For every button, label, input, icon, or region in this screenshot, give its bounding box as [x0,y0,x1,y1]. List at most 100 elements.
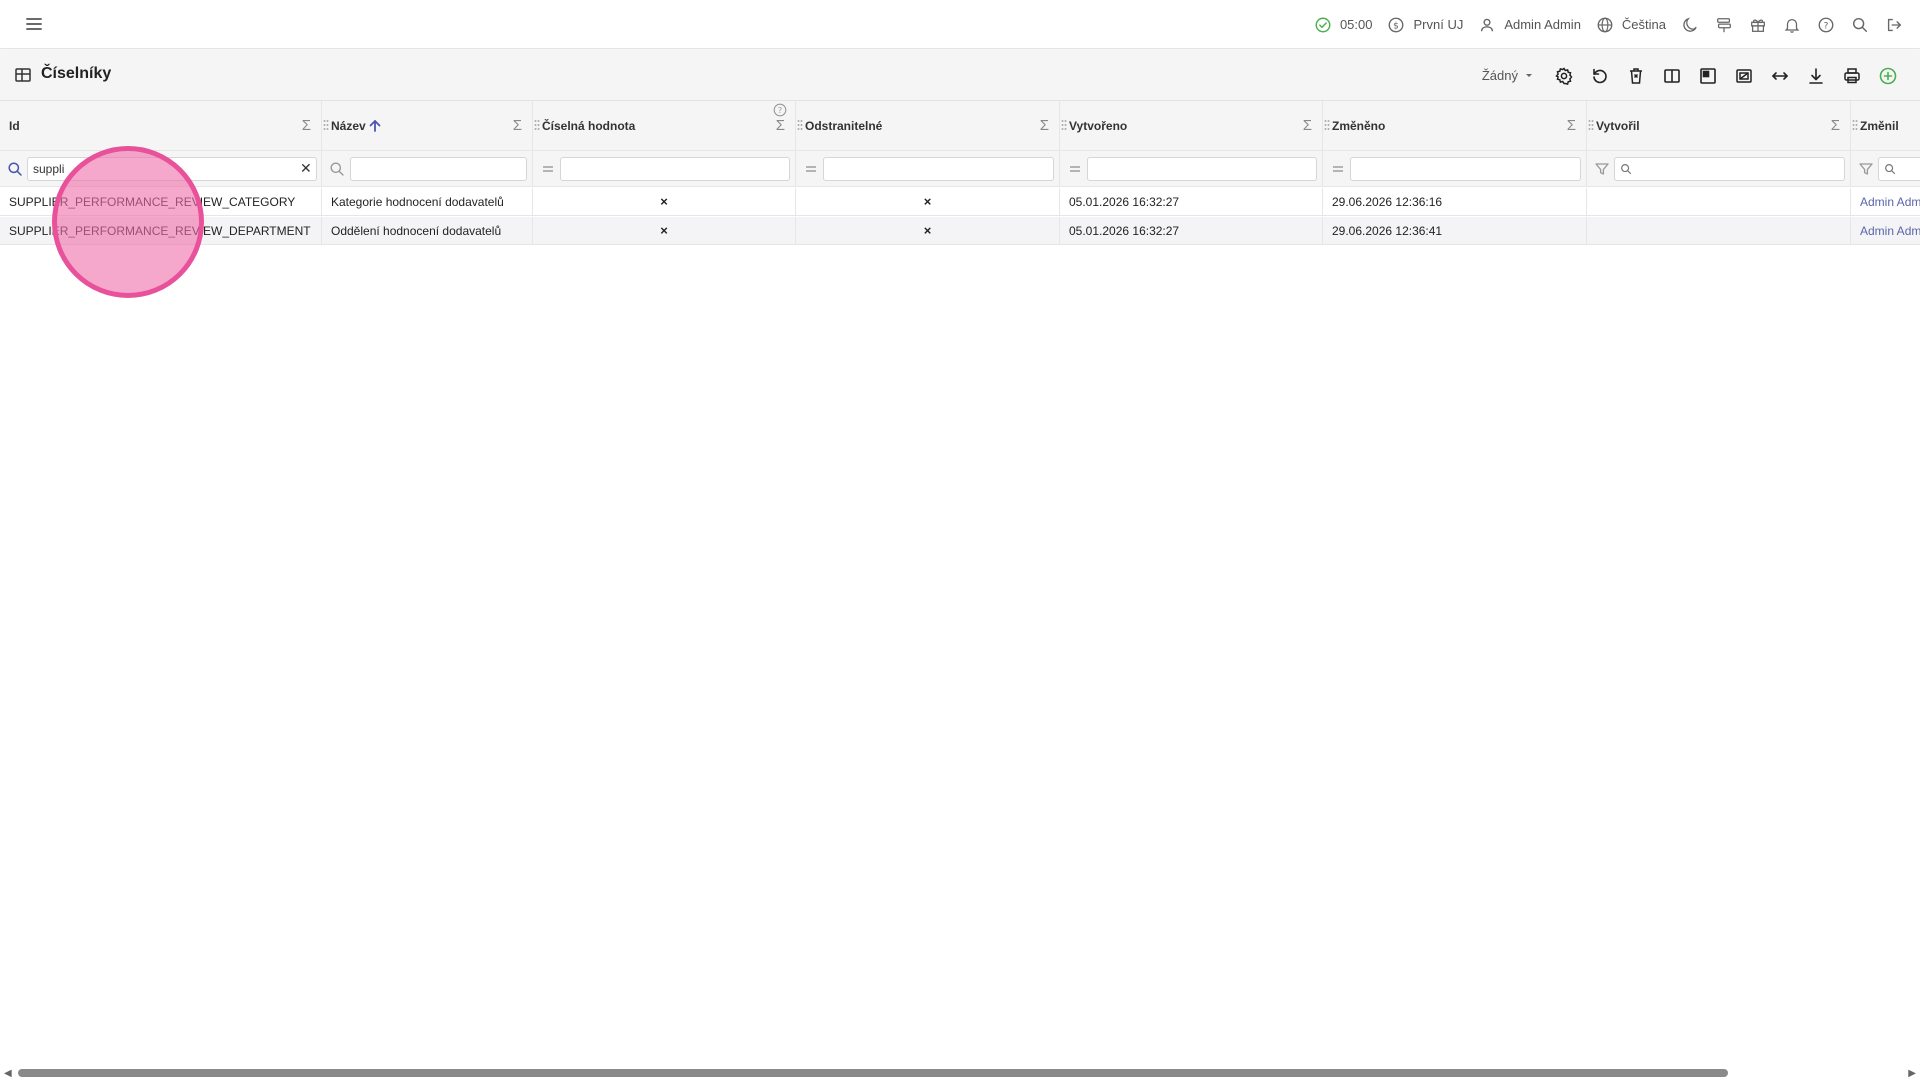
gift-icon[interactable] [1748,15,1768,35]
cell-removable: × [796,188,1060,216]
sum-icon[interactable]: Σ [1567,117,1576,134]
printer-icon [1844,67,1860,83]
status-indicator[interactable]: 05:00 [1313,15,1373,35]
menu-icon[interactable] [22,14,44,34]
fit-width-button[interactable] [1762,58,1798,94]
column-header-changed[interactable]: Změněno Σ [1323,101,1587,151]
cell-name: Kategorie hodnocení dodavatelů [322,188,533,216]
language-label: Čeština [1621,17,1666,32]
created-filter-input[interactable] [1087,157,1317,181]
cell-created: 05.01.2026 16:32:27 [1060,217,1323,245]
scroll-right-arrow-icon[interactable]: ▶ [1908,1068,1916,1079]
cell-numeric-value: × [533,217,796,245]
header-row: Id Σ Název Σ Číselná hodnota ? Σ Odstran… [0,101,1920,151]
column-header-created[interactable]: Vytvořeno Σ [1060,101,1323,151]
add-button[interactable] [1870,58,1906,94]
clear-filter-icon[interactable]: ✕ [300,161,312,175]
column-label: Id [9,119,20,133]
sum-icon[interactable]: Σ [1831,117,1840,134]
logout-icon[interactable] [1884,15,1904,35]
name-filter-input[interactable] [350,157,527,181]
svg-text:$: $ [1394,21,1400,31]
drag-handle-icon[interactable] [1852,119,1858,131]
column-header-name[interactable]: Název Σ [322,101,533,151]
filter-numeric-value [533,151,796,187]
numeric-value-filter-input[interactable] [560,157,790,181]
cell-changed: 29.06.2026 12:36:41 [1323,217,1587,245]
cell-id: SUPPLIER_PERFORMANCE_REVIEW_CATEGORY [0,188,322,216]
equals-icon[interactable] [1330,161,1346,177]
drag-handle-icon[interactable] [323,119,329,131]
company-selector[interactable]: $ První UJ [1386,15,1463,35]
scrollbar-thumb[interactable] [18,1069,1728,1077]
id-filter-input[interactable] [27,157,317,181]
status-time: 05:00 [1339,17,1373,32]
language-selector[interactable]: Čeština [1595,15,1666,35]
top-bar: 05:00 $ První UJ Admin Admin Čeština ? [0,0,1920,49]
scroll-left-arrow-icon[interactable]: ◀ [4,1068,12,1079]
equals-icon[interactable] [803,161,819,177]
split-view-button[interactable] [1654,58,1690,94]
drag-handle-icon[interactable] [1061,119,1067,131]
column-label: Změnil [1860,119,1899,133]
filter-changed-by [1851,151,1920,187]
filter-created-by [1587,151,1851,187]
caret-down-icon [1524,68,1534,83]
cell-created: 05.01.2026 16:32:27 [1060,188,1323,216]
funnel-icon[interactable] [1594,161,1610,177]
created-by-filter-input[interactable] [1614,157,1845,181]
drag-handle-icon[interactable] [534,119,540,131]
equals-icon[interactable] [1067,161,1083,177]
removable-filter-input[interactable] [823,157,1054,181]
changed-filter-input[interactable] [1350,157,1581,181]
search-icon [330,162,344,176]
sum-icon[interactable]: Σ [1303,117,1312,134]
globe-icon [1595,15,1615,35]
preset-dropdown[interactable]: Žádný [1482,68,1534,83]
sum-icon[interactable]: Σ [1040,117,1049,134]
table-row[interactable]: SUPPLIER_PERFORMANCE_REVIEW_CATEGORY Kat… [0,188,1920,216]
column-header-removable[interactable]: Odstranitelné Σ [796,101,1060,151]
search-icon [1885,164,1896,175]
search-icon[interactable] [1850,15,1870,35]
equals-icon[interactable] [540,161,556,177]
sort-ascending-icon[interactable] [368,119,382,133]
plus-circle-icon [1879,67,1897,84]
drag-handle-icon[interactable] [1588,119,1594,131]
moon-icon[interactable] [1680,15,1700,35]
filter-removable [796,151,1060,187]
funnel-icon[interactable] [1858,161,1874,177]
user-menu[interactable]: Admin Admin [1477,15,1581,35]
select-frame-button[interactable] [1726,58,1762,94]
reset-button[interactable] [1582,58,1618,94]
sum-icon[interactable]: Σ [302,117,311,134]
gear-icon [1555,66,1573,85]
column-header-changed-by[interactable]: Změnil [1851,101,1920,151]
cell-changed-by[interactable]: Admin Admin [1851,188,1920,216]
export-button[interactable] [1798,58,1834,94]
table-row[interactable]: SUPPLIER_PERFORMANCE_REVIEW_DEPARTMENT O… [0,217,1920,245]
delete-button[interactable] [1618,58,1654,94]
column-header-id[interactable]: Id Σ [0,101,322,151]
column-label: Název [331,119,366,133]
layout-button[interactable] [1690,58,1726,94]
drag-handle-icon[interactable] [1324,119,1330,131]
cell-numeric-value: × [533,188,796,216]
sum-icon[interactable]: Σ [776,117,785,134]
cell-changed-by[interactable]: Admin Admin [1851,217,1920,245]
filter-name [322,151,533,187]
drag-handle-icon[interactable] [797,119,803,131]
horizontal-scrollbar[interactable]: ◀ ▶ [0,1066,1920,1080]
column-label: Vytvořeno [1069,119,1128,133]
table-icon [14,66,32,84]
signpost-icon[interactable] [1714,15,1734,35]
print-button[interactable] [1834,58,1870,94]
help-icon[interactable]: ? [773,103,787,117]
column-header-numeric-value[interactable]: Číselná hodnota ? Σ [533,101,796,151]
column-header-created-by[interactable]: Vytvořil Σ [1587,101,1851,151]
cell-created-by [1587,217,1851,245]
settings-button[interactable] [1546,58,1582,94]
sum-icon[interactable]: Σ [513,117,522,134]
help-icon[interactable]: ? [1816,15,1836,35]
bell-icon[interactable] [1782,15,1802,35]
